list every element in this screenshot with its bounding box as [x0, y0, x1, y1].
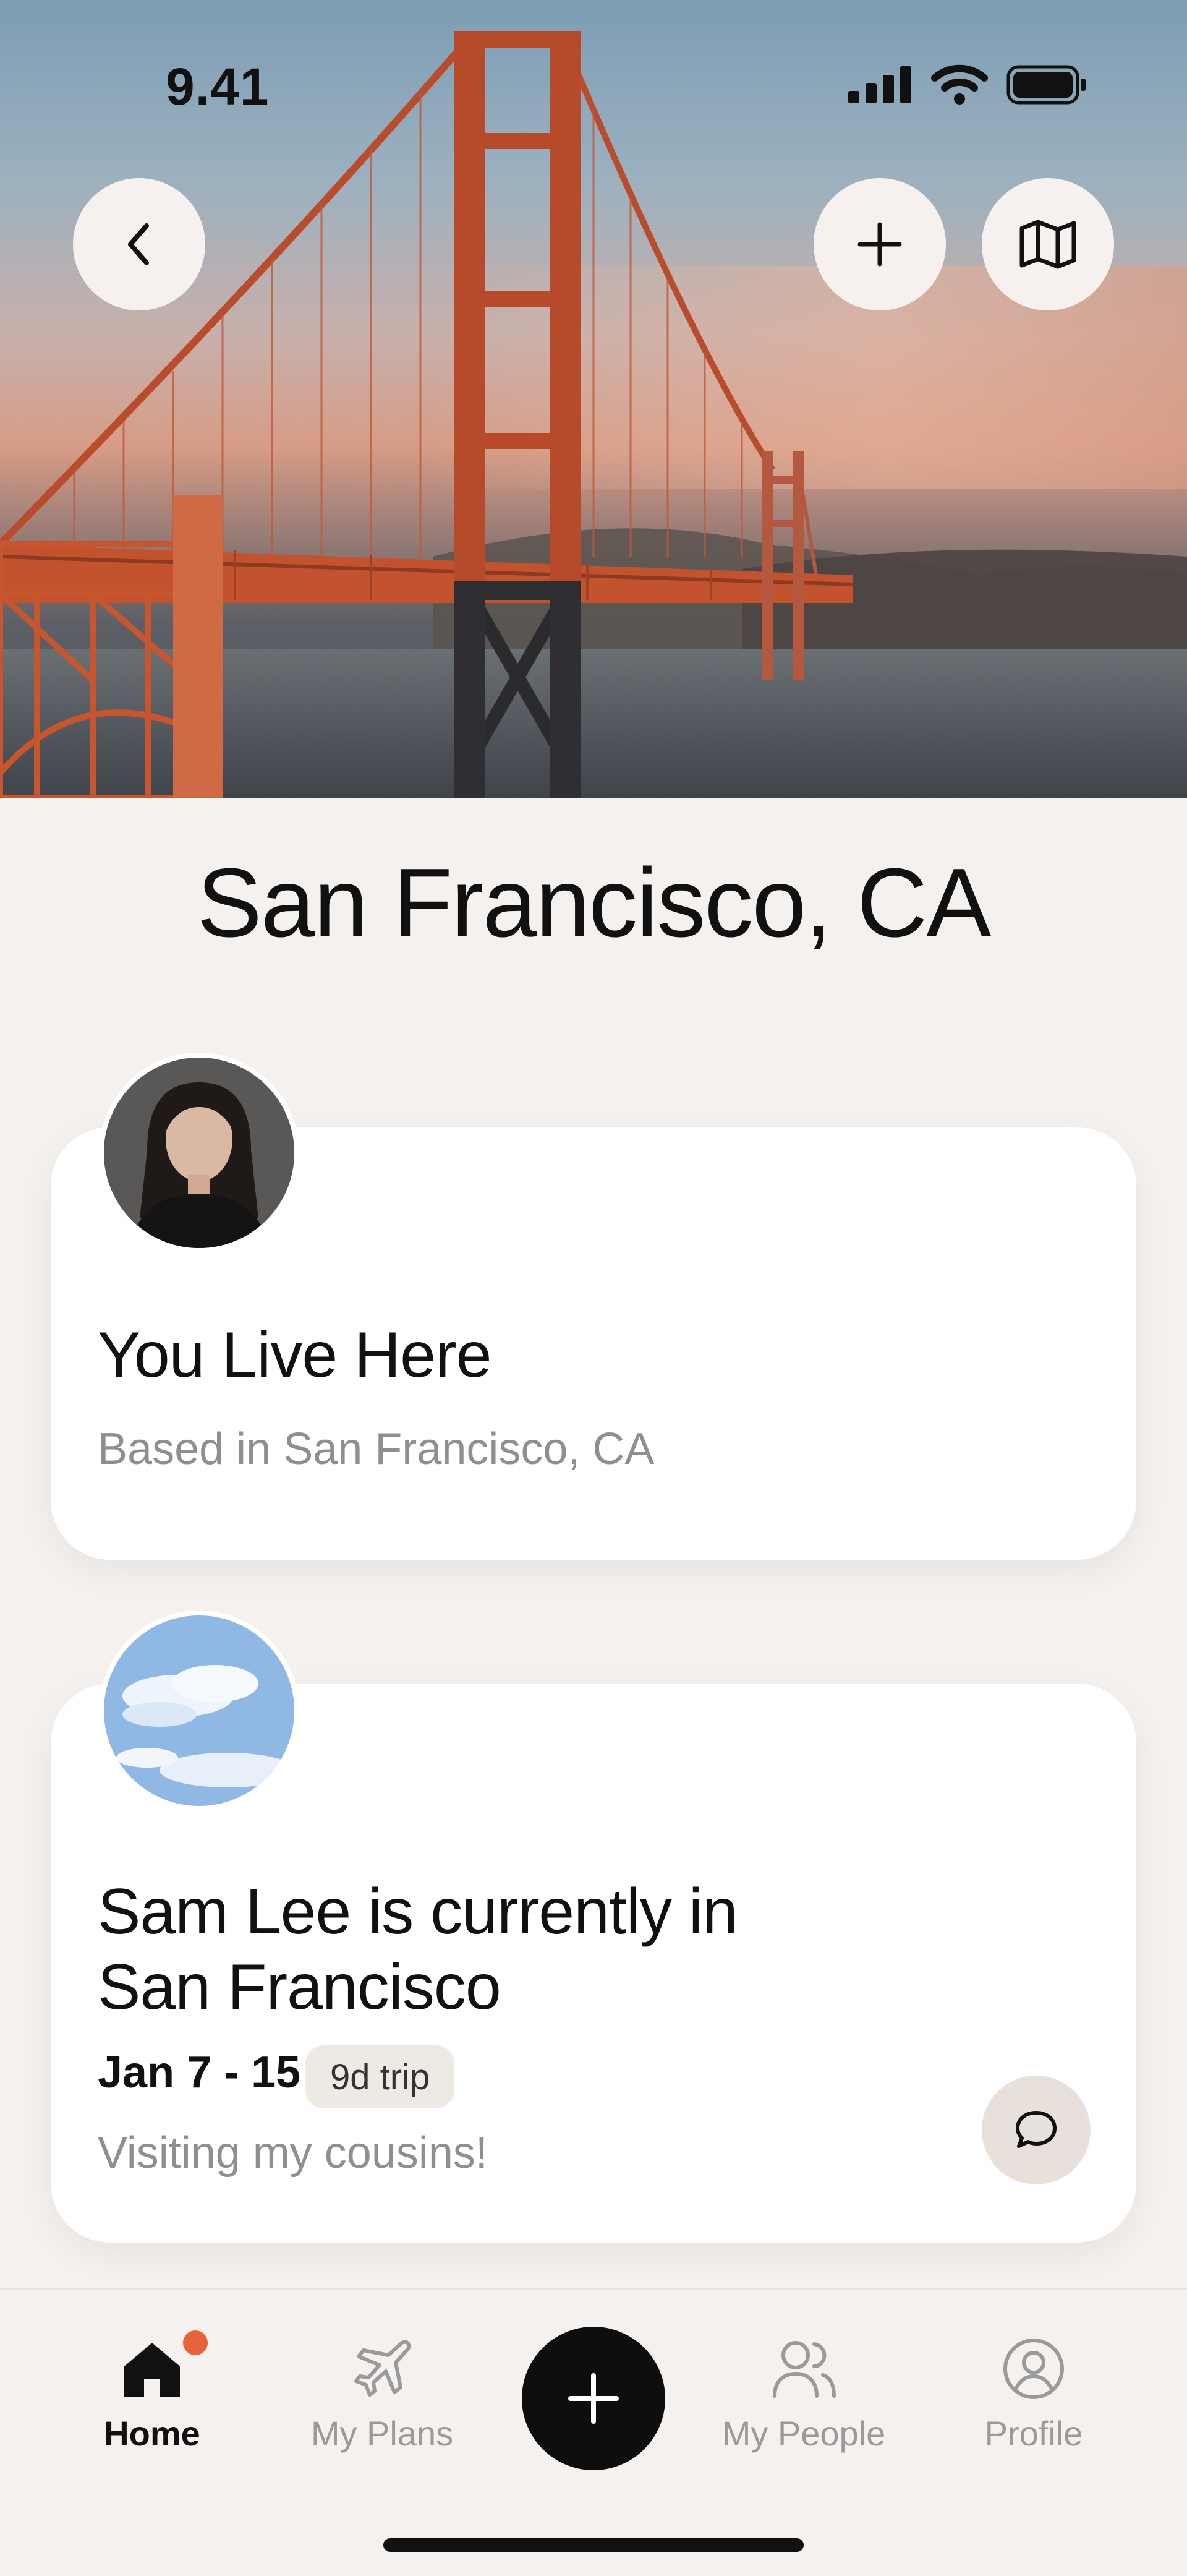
back-button[interactable]	[73, 178, 205, 310]
card-heading-line: San Francisco	[98, 1951, 501, 2023]
trip-note: Visiting my cousins!	[98, 2128, 488, 2178]
traveler-avatar	[99, 1611, 299, 1811]
chat-bubble-icon	[1016, 2111, 1057, 2148]
notification-dot	[183, 2330, 208, 2355]
card-subtitle: Based in San Francisco, CA	[98, 1424, 655, 1474]
trip-dates: Jan 7 - 15	[98, 2048, 301, 2097]
plus-icon	[568, 2373, 619, 2424]
tab-icon-wrap	[289, 2332, 475, 2406]
chevron-left-icon	[128, 223, 149, 265]
status-icons	[848, 64, 1087, 105]
tab-icon-wrap	[941, 2332, 1126, 2406]
map-icon	[1019, 220, 1076, 269]
message-button[interactable]	[982, 2076, 1091, 2184]
people-icon	[773, 2341, 836, 2398]
tab-label: My People	[721, 2414, 886, 2453]
card-heading-line: Sam Lee is currently in	[98, 1876, 738, 1948]
plus-icon	[857, 222, 902, 267]
trip-length-badge: 9d trip	[305, 2045, 455, 2108]
wifi-icon	[931, 64, 988, 105]
tab-label: Home	[104, 2414, 200, 2453]
tab-my-plans[interactable]: My Plans	[289, 2332, 475, 2454]
tab-icon-wrap	[59, 2330, 245, 2406]
sky-clouds-photo	[104, 1615, 294, 1806]
card-heading: Sam Lee is currently in San Francisco	[98, 1874, 738, 2025]
tab-label: My Plans	[310, 2414, 454, 2453]
tab-label: Profile	[984, 2414, 1083, 2453]
page-title: San Francisco, CA	[197, 849, 991, 957]
status-time: 9.41	[166, 58, 270, 116]
signal-icon	[848, 66, 911, 103]
map-button[interactable]	[982, 178, 1114, 310]
profile-icon	[1003, 2339, 1064, 2399]
card-heading: You Live Here	[98, 1319, 491, 1391]
create-button[interactable]	[522, 2327, 665, 2470]
user-avatar	[99, 1053, 299, 1253]
battery-icon	[1006, 65, 1086, 105]
golden-gate-bridge-illustration	[0, 31, 1187, 798]
tab-profile[interactable]: Profile	[941, 2332, 1126, 2454]
tab-icon-wrap	[711, 2332, 896, 2406]
tab-my-people[interactable]: My People	[711, 2332, 896, 2454]
tab-home[interactable]: Home	[59, 2330, 245, 2454]
add-button[interactable]	[814, 178, 946, 310]
hero-image: 9.41	[0, 0, 1187, 798]
home-indicator	[383, 2538, 804, 2552]
home-icon	[124, 2343, 180, 2397]
airplane-icon	[354, 2340, 411, 2397]
portrait-photo	[104, 1058, 294, 1248]
